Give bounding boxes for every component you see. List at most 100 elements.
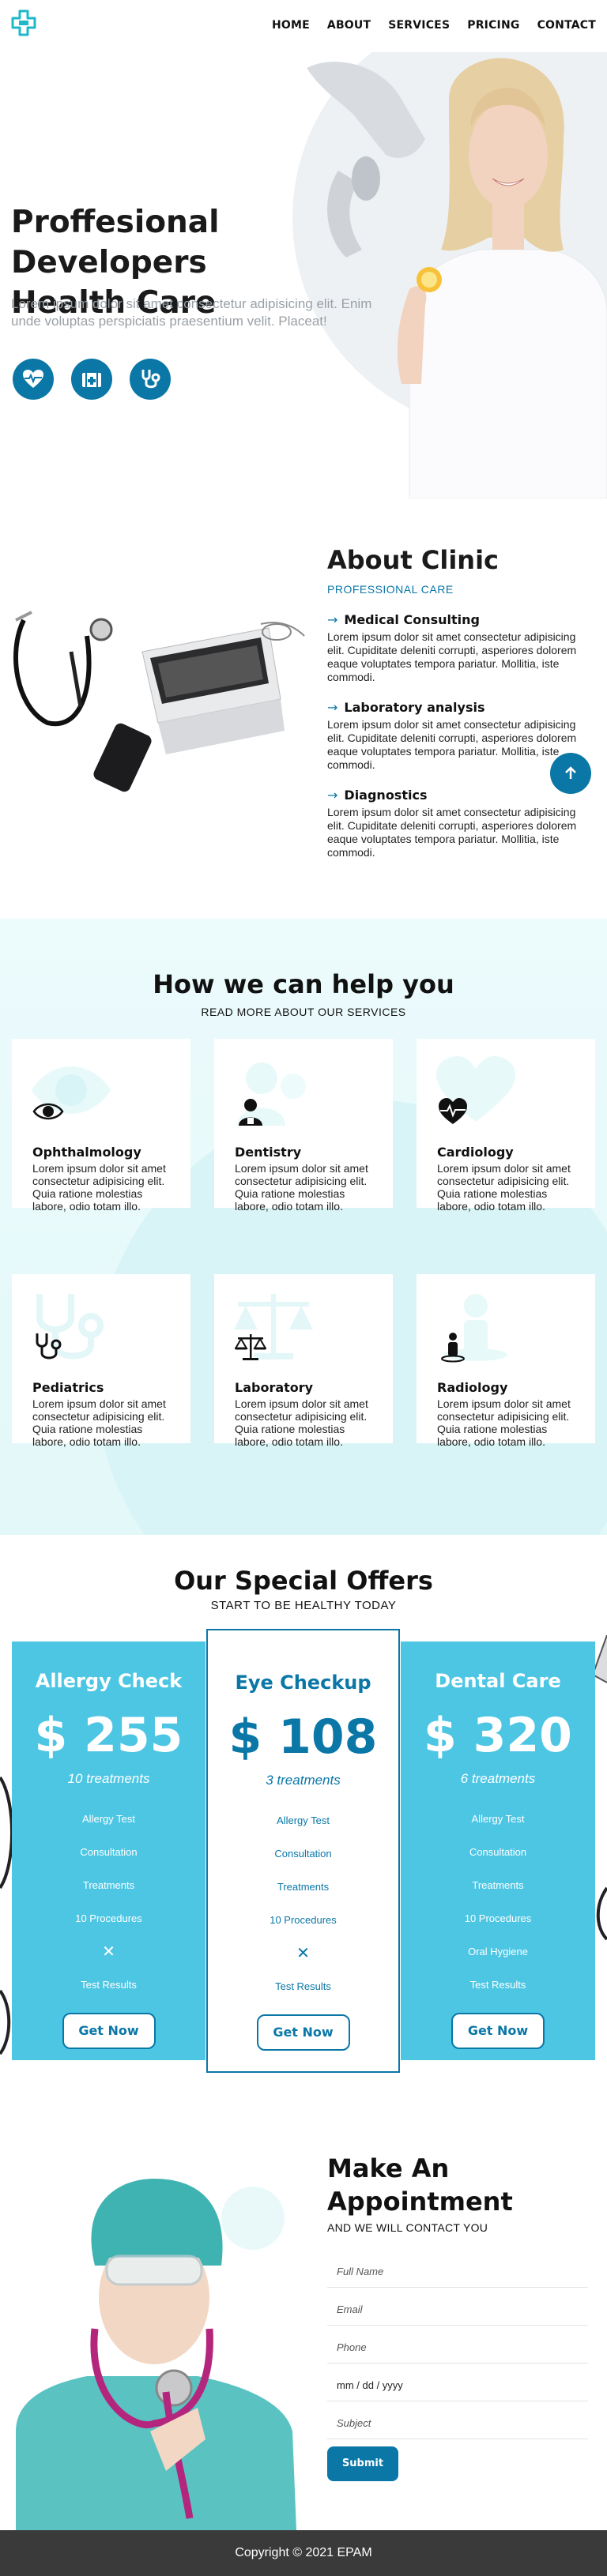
- nav-contact-link[interactable]: CONTACT: [537, 19, 596, 32]
- close-icon: ✕: [296, 1945, 310, 1962]
- arrow-up-icon: [565, 766, 576, 779]
- service-card-radiology[interactable]: Radiology Lorem ipsum dolor sit amet con…: [417, 1274, 595, 1448]
- service-card-laboratory[interactable]: Laboratory Lorem ipsum dolor sit amet co…: [214, 1274, 393, 1448]
- arrow-right-icon: →: [327, 700, 338, 715]
- feature-item: Test Results: [275, 1980, 331, 1992]
- feature-item: Allergy Test: [471, 1813, 525, 1825]
- feature-item: 10 Procedures: [270, 1914, 337, 1926]
- service-card-title: Pediatrics: [32, 1380, 104, 1395]
- balance-scale-icon: [235, 1334, 266, 1360]
- about-item-laboratory-analysis: → Laboratory analysis Lorem ipsum dolor s…: [327, 700, 588, 772]
- medical-cross-logo-icon[interactable]: [11, 9, 36, 36]
- heartbeat-icon[interactable]: [13, 359, 54, 400]
- service-card-title: Ophthalmology: [32, 1145, 141, 1160]
- price-card-amount: $ 255: [34, 1708, 183, 1763]
- price-card-amount: $ 108: [228, 1709, 378, 1765]
- feature-item: Allergy Test: [277, 1814, 330, 1826]
- nav-pricing-link[interactable]: PRICING: [467, 19, 519, 32]
- about-item-text: Lorem ipsum dolor sit amet consectetur a…: [327, 718, 577, 771]
- nav-about-link[interactable]: ABOUT: [327, 19, 371, 32]
- email-field[interactable]: Email: [327, 2294, 588, 2326]
- service-card-title: Radiology: [437, 1380, 508, 1395]
- nav-menu: HOME ABOUT SERVICES PRICING CONTACT: [254, 19, 596, 32]
- about-item-title: Laboratory analysis: [344, 700, 485, 715]
- appointment-doctor-photo: [16, 2179, 296, 2530]
- footer: Copyright © 2021 EPAM: [0, 2530, 607, 2576]
- subject-field[interactable]: Subject: [327, 2408, 588, 2439]
- submit-button[interactable]: Submit: [327, 2446, 398, 2481]
- offers-subtitle: START TO BE HEALTHY TODAY: [210, 1599, 397, 1612]
- services-section: How we can help you READ MORE ABOUT OUR …: [0, 919, 607, 1535]
- service-card-title: Dentistry: [235, 1145, 302, 1160]
- service-card-text: Lorem ipsum dolor sit amet consectetur a…: [32, 1162, 166, 1213]
- price-card-amount: $ 320: [424, 1708, 572, 1763]
- hero-title-line1: Proffesional Developers: [11, 205, 220, 280]
- dentist-icon: [239, 1099, 262, 1126]
- get-now-button[interactable]: Get Now: [256, 2014, 350, 2051]
- service-card-text: Lorem ipsum dolor sit amet consectetur a…: [32, 1397, 166, 1448]
- service-card-text: Lorem ipsum dolor sit amet consectetur a…: [235, 1162, 368, 1213]
- price-card-features: Allergy Test Consultation Treatments 10 …: [208, 1804, 398, 2003]
- date-field[interactable]: mm / dd / yyyy: [327, 2370, 588, 2401]
- full-name-field[interactable]: Full Name: [327, 2256, 588, 2288]
- about-desk-illustration: [13, 611, 305, 792]
- services-title: How we can help you: [153, 969, 454, 999]
- service-card-pediatrics[interactable]: Pediatrics Lorem ipsum dolor sit amet co…: [12, 1274, 190, 1448]
- feature-item: Consultation: [80, 1846, 138, 1858]
- stethoscope-icon: [36, 1333, 62, 1359]
- feature-item: Treatments: [472, 1879, 524, 1891]
- nav-home-link[interactable]: HOME: [272, 19, 310, 32]
- arrow-right-icon: →: [327, 612, 338, 627]
- service-card-title: Laboratory: [235, 1380, 314, 1395]
- close-icon: ✕: [102, 1943, 115, 1961]
- get-now-button[interactable]: Get Now: [451, 2013, 545, 2049]
- feature-item: Oral Hygiene: [468, 1946, 528, 1957]
- price-card-title: Dental Care: [435, 1670, 561, 1692]
- eye-icon: [32, 1103, 64, 1120]
- feature-item: Allergy Test: [82, 1813, 135, 1825]
- feature-item: Treatments: [277, 1881, 330, 1893]
- appointment-title: Make An Appointment: [327, 2152, 513, 2218]
- about-item-text: Lorem ipsum dolor sit amet consectetur a…: [327, 806, 577, 859]
- phone-field[interactable]: Phone: [327, 2332, 588, 2364]
- service-card-cardiology[interactable]: Cardiology Lorem ipsum dolor sit amet co…: [417, 1039, 595, 1213]
- service-card-text: Lorem ipsum dolor sit amet consectetur a…: [437, 1162, 571, 1213]
- about-item-title: Medical Consulting: [344, 612, 480, 627]
- price-card-treatments: 3 treatments: [266, 1773, 341, 1788]
- copyright-text: Copyright © 2021 EPAM: [235, 2546, 372, 2559]
- feature-item: Test Results: [469, 1979, 526, 1991]
- price-card-title: Eye Checkup: [235, 1672, 371, 1694]
- feature-item: Treatments: [82, 1879, 135, 1891]
- hero-icon-row: [13, 359, 171, 400]
- feature-item: 10 Procedures: [464, 1912, 532, 1924]
- service-card-ophthalmology[interactable]: Ophthalmology Lorem ipsum dolor sit amet…: [12, 1039, 190, 1213]
- stethoscope-icon[interactable]: [130, 359, 171, 400]
- appointment-title-line2: Appointment: [327, 2187, 513, 2217]
- price-card-title: Allergy Check: [35, 1670, 183, 1692]
- feature-item: Consultation: [469, 1846, 527, 1858]
- appointment-subtitle: AND WE WILL CONTACT YOU: [327, 2221, 488, 2234]
- arrow-right-icon: →: [327, 788, 338, 803]
- about-item-heading: → Medical Consulting: [327, 612, 588, 627]
- about-item-heading: → Laboratory analysis: [327, 700, 588, 715]
- feature-item: Consultation: [274, 1848, 332, 1860]
- about-subtitle: PROFESSIONAL CARE: [327, 583, 454, 596]
- about-item-text: Lorem ipsum dolor sit amet consectetur a…: [327, 630, 577, 683]
- person-radiology-icon: [441, 1333, 465, 1363]
- hospital-icon[interactable]: [71, 359, 112, 400]
- hero-description: Lorem ipsum dolor sit amet consectetur a…: [11, 296, 372, 329]
- nav-services-link[interactable]: SERVICES: [388, 19, 450, 32]
- service-card-dentistry[interactable]: Dentistry Lorem ipsum dolor sit amet con…: [214, 1039, 393, 1213]
- get-now-button[interactable]: Get Now: [62, 2013, 156, 2049]
- price-card-allergy-check: Allergy Check $ 255 10 treatments Allerg…: [12, 1641, 205, 2060]
- hero-section: Proffesional Developers Health Care Lore…: [0, 52, 607, 498]
- price-card-features: Allergy Test Consultation Treatments 10 …: [12, 1803, 205, 2002]
- price-card-treatments: 10 treatments: [67, 1771, 150, 1786]
- scroll-to-top-button[interactable]: [550, 753, 591, 794]
- appointment-title-line1: Make An: [327, 2153, 450, 2183]
- heartbeat-icon: [439, 1098, 467, 1124]
- price-card-eye-checkup: Eye Checkup $ 108 3 treatments Allergy T…: [206, 1629, 400, 2073]
- offers-title: Our Special Offers: [174, 1566, 433, 1596]
- service-card-title: Cardiology: [437, 1145, 514, 1160]
- about-title: About Clinic: [327, 545, 500, 575]
